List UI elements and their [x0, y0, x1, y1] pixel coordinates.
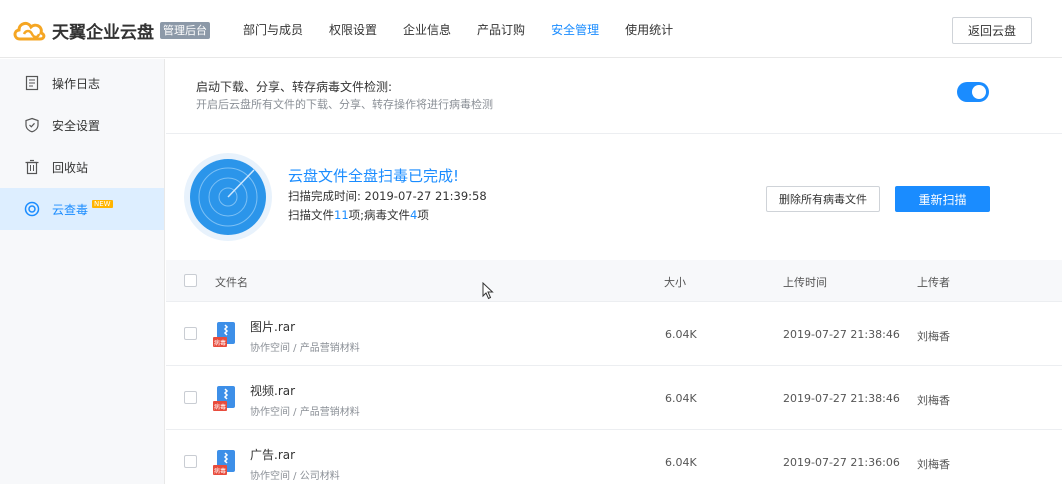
virus-detection-description: 开启后云盘所有文件的下载、分享、转存操作将进行病毒检测: [196, 98, 493, 111]
upload-time: 2019-07-27 21:36:06: [783, 456, 900, 469]
virus-tag: 病毒: [214, 339, 226, 347]
uploader: 刘梅香: [917, 394, 950, 407]
select-all-checkbox[interactable]: [184, 274, 197, 287]
scan-time-line: 扫描完成时间: 2019-07-27 21:39:58: [288, 188, 487, 204]
virus-file-table: 文件名 大小 上传时间 上传者 病毒 图片.rar 协作空间 / 产品营销材料 …: [166, 260, 1062, 484]
sidebar-item-security-settings[interactable]: 安全设置: [0, 104, 164, 146]
sidebar-item-label: 操作日志: [52, 76, 101, 91]
nav-departments[interactable]: 部门与成员: [243, 21, 303, 38]
row-checkbox[interactable]: [184, 391, 197, 404]
new-badge: NEW: [92, 200, 113, 208]
zip-file-icon: 病毒: [213, 386, 235, 411]
delete-all-virus-button[interactable]: 删除所有病毒文件: [766, 186, 880, 212]
file-path: 协作空间 / 产品营销材料: [250, 407, 360, 418]
file-path: 协作空间 / 公司材料: [250, 471, 340, 482]
table-header: 文件名 大小 上传时间 上传者: [166, 260, 1062, 302]
cloud-logo-icon: [13, 21, 46, 41]
nav-product-order[interactable]: 产品订购: [477, 21, 525, 38]
sidebar-item-virus-scan[interactable]: 云查毒 NEW: [0, 188, 164, 230]
nav-permissions[interactable]: 权限设置: [329, 21, 377, 38]
mouse-cursor-icon: [482, 282, 494, 300]
log-icon: [24, 75, 40, 91]
shield-icon: [24, 117, 40, 133]
files-suffix: 项: [417, 208, 429, 222]
top-header: 天翼企业云盘 管理后台 部门与成员 权限设置 企业信息 产品订购 安全管理 使用…: [0, 0, 1062, 58]
uploader: 刘梅香: [917, 458, 950, 471]
file-size: 6.04K: [665, 456, 697, 469]
virus-tag: 病毒: [214, 467, 226, 475]
zip-file-icon: 病毒: [213, 450, 235, 475]
virus-detection-title: 启动下载、分享、转存病毒文件检测:: [196, 80, 393, 94]
radar-scan-icon: [184, 153, 272, 241]
file-name[interactable]: 视频.rar: [250, 382, 295, 399]
file-size: 6.04K: [665, 328, 697, 341]
scan-result-panel: 云盘文件全盘扫毒已完成! 扫描完成时间: 2019-07-27 21:39:58…: [166, 135, 1062, 260]
table-row[interactable]: 病毒 视频.rar 协作空间 / 产品营销材料 6.04K 2019-07-27…: [166, 366, 1062, 430]
column-header-owner: 上传者: [917, 276, 950, 289]
main-nav: 部门与成员 权限设置 企业信息 产品订购 安全管理 使用统计: [230, 0, 686, 58]
file-path: 协作空间 / 产品营销材料: [250, 343, 360, 354]
zip-file-icon: 病毒: [213, 322, 235, 347]
column-header-size: 大小: [664, 276, 686, 289]
trash-icon: [24, 159, 40, 175]
table-row[interactable]: 病毒 广告.rar 协作空间 / 公司材料 6.04K 2019-07-27 2…: [166, 430, 1062, 484]
nav-security[interactable]: 安全管理: [551, 21, 599, 38]
logo[interactable]: 天翼企业云盘 管理后台: [12, 16, 210, 44]
files-mid: 项;病毒文件: [348, 208, 411, 222]
sidebar-item-log[interactable]: 操作日志: [0, 62, 164, 104]
sidebar-item-label: 安全设置: [52, 118, 101, 133]
row-checkbox[interactable]: [184, 455, 197, 468]
upload-time: 2019-07-27 21:38:46: [783, 392, 900, 405]
file-name[interactable]: 图片.rar: [250, 318, 295, 335]
files-count: 11: [334, 208, 349, 222]
scan-time-label: 扫描完成时间:: [288, 189, 361, 203]
main-content: 启动下载、分享、转存病毒文件检测: 开启后云盘所有文件的下载、分享、转存操作将进…: [166, 59, 1062, 484]
scan-complete-title: 云盘文件全盘扫毒已完成!: [288, 167, 460, 185]
virus-detection-setting: 启动下载、分享、转存病毒文件检测: 开启后云盘所有文件的下载、分享、转存操作将进…: [166, 59, 1062, 134]
file-size: 6.04K: [665, 392, 697, 405]
virus-detection-toggle[interactable]: [957, 82, 989, 102]
nav-statistics[interactable]: 使用统计: [625, 21, 673, 38]
rescan-button[interactable]: 重新扫描: [895, 186, 990, 212]
column-header-time: 上传时间: [783, 276, 827, 289]
column-header-name: 文件名: [215, 276, 248, 289]
scan-icon: [24, 201, 40, 217]
sidebar: 操作日志 安全设置 回收站 云查毒 NEW: [0, 59, 165, 484]
table-row[interactable]: 病毒 图片.rar 协作空间 / 产品营销材料 6.04K 2019-07-27…: [166, 302, 1062, 366]
file-name[interactable]: 广告.rar: [250, 446, 295, 463]
sidebar-item-label: 回收站: [52, 160, 89, 175]
app-name: 天翼企业云盘: [52, 22, 154, 43]
toggle-knob: [972, 85, 986, 99]
virus-tag: 病毒: [214, 403, 226, 411]
sidebar-item-label: 云查毒: [52, 202, 89, 217]
scan-stats-line: 扫描文件11项;病毒文件4项: [288, 207, 429, 223]
uploader: 刘梅香: [917, 330, 950, 343]
scan-time-value: 2019-07-27 21:39:58: [364, 189, 487, 203]
back-to-cloud-button[interactable]: 返回云盘: [952, 17, 1032, 44]
nav-company-info[interactable]: 企业信息: [403, 21, 451, 38]
files-prefix: 扫描文件: [288, 208, 334, 222]
admin-badge: 管理后台: [160, 21, 210, 39]
sidebar-item-recycle-bin[interactable]: 回收站: [0, 146, 164, 188]
row-checkbox[interactable]: [184, 327, 197, 340]
upload-time: 2019-07-27 21:38:46: [783, 328, 900, 341]
